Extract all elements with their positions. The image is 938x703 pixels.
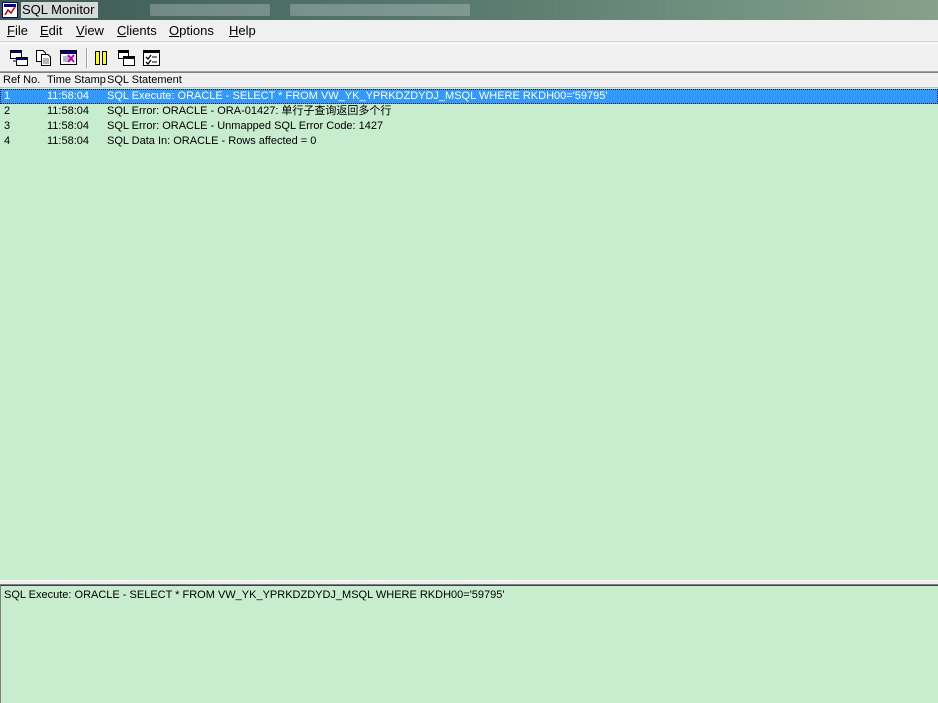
row-time-stamp: 11:58:04 <box>47 90 90 102</box>
column-header-sql-statement[interactable]: SQL Statement <box>107 73 182 87</box>
row-sql-statement: SQL Execute: ORACLE - SELECT * FROM VW_Y… <box>107 90 608 102</box>
row-ref-no: 1 <box>4 90 11 102</box>
column-header-ref-no[interactable]: Ref No. <box>3 73 40 87</box>
table-row[interactable]: 4 11:58:04 SQL Data In: ORACLE - Rows af… <box>0 134 938 149</box>
row-ref-no: 3 <box>4 120 11 132</box>
row-sql-statement: SQL Error: ORACLE - Unmapped SQL Error C… <box>107 120 384 132</box>
title-background-blur <box>290 4 470 16</box>
copy-log-icon <box>10 50 28 66</box>
menu-edit[interactable]: Edit <box>40 23 62 39</box>
list-rows: 1 11:58:04 SQL Execute: ORACLE - SELECT … <box>0 89 938 149</box>
sql-monitor-window: SQL Monitor File Edit View Clients Optio… <box>0 0 938 703</box>
pause-icon <box>95 51 107 65</box>
title-background-blur <box>150 4 270 16</box>
menu-file[interactable]: File <box>7 23 28 39</box>
copy-button[interactable] <box>34 49 54 67</box>
column-header-time-stamp[interactable]: Time Stamp <box>47 73 106 87</box>
row-sql-statement: SQL Error: ORACLE - ORA-01427: 单行子查询返回多个… <box>107 105 392 117</box>
statement-detail[interactable]: SQL Execute: ORACLE - SELECT * FROM VW_Y… <box>0 585 938 703</box>
table-row[interactable]: 1 11:58:04 SQL Execute: ORACLE - SELECT … <box>0 89 938 104</box>
copy-log-button[interactable] <box>9 49 29 67</box>
menu-help[interactable]: Help <box>229 23 256 39</box>
table-row[interactable]: 3 11:58:04 SQL Error: ORACLE - Unmapped … <box>0 119 938 134</box>
title-bar[interactable]: SQL Monitor <box>0 0 938 20</box>
window-title: SQL Monitor <box>21 2 98 18</box>
menu-options[interactable]: Options <box>169 23 214 39</box>
cascade-windows-icon <box>118 50 135 66</box>
clear-log-button[interactable] <box>59 49 79 67</box>
list-header: Ref No. Time Stamp SQL Statement <box>0 73 938 88</box>
statement-list[interactable]: Ref No. Time Stamp SQL Statement 1 11:58… <box>0 72 938 580</box>
pause-button[interactable] <box>92 49 112 67</box>
menu-clients[interactable]: Clients <box>117 23 157 39</box>
cascade-windows-button[interactable] <box>117 49 137 67</box>
table-row[interactable]: 2 11:58:04 SQL Error: ORACLE - ORA-01427… <box>0 104 938 119</box>
clear-log-icon <box>60 50 77 65</box>
copy-icon <box>36 50 51 66</box>
row-ref-no: 4 <box>4 135 11 147</box>
menu-bar: File Edit View Clients Options Help <box>0 20 938 42</box>
row-time-stamp: 11:58:04 <box>47 120 90 132</box>
row-time-stamp: 11:58:04 <box>47 135 90 147</box>
row-sql-statement: SQL Data In: ORACLE - Rows affected = 0 <box>107 135 317 147</box>
toolbar-separator <box>86 48 88 68</box>
options-icon <box>143 50 160 66</box>
row-time-stamp: 11:58:04 <box>47 105 90 117</box>
row-ref-no: 2 <box>4 105 11 117</box>
toolbar <box>0 43 938 72</box>
detail-sql-text: SQL Execute: ORACLE - SELECT * FROM VW_Y… <box>4 589 505 601</box>
sql-monitor-app-icon[interactable] <box>2 2 18 18</box>
menu-view[interactable]: View <box>76 23 104 39</box>
options-button[interactable] <box>142 49 162 67</box>
